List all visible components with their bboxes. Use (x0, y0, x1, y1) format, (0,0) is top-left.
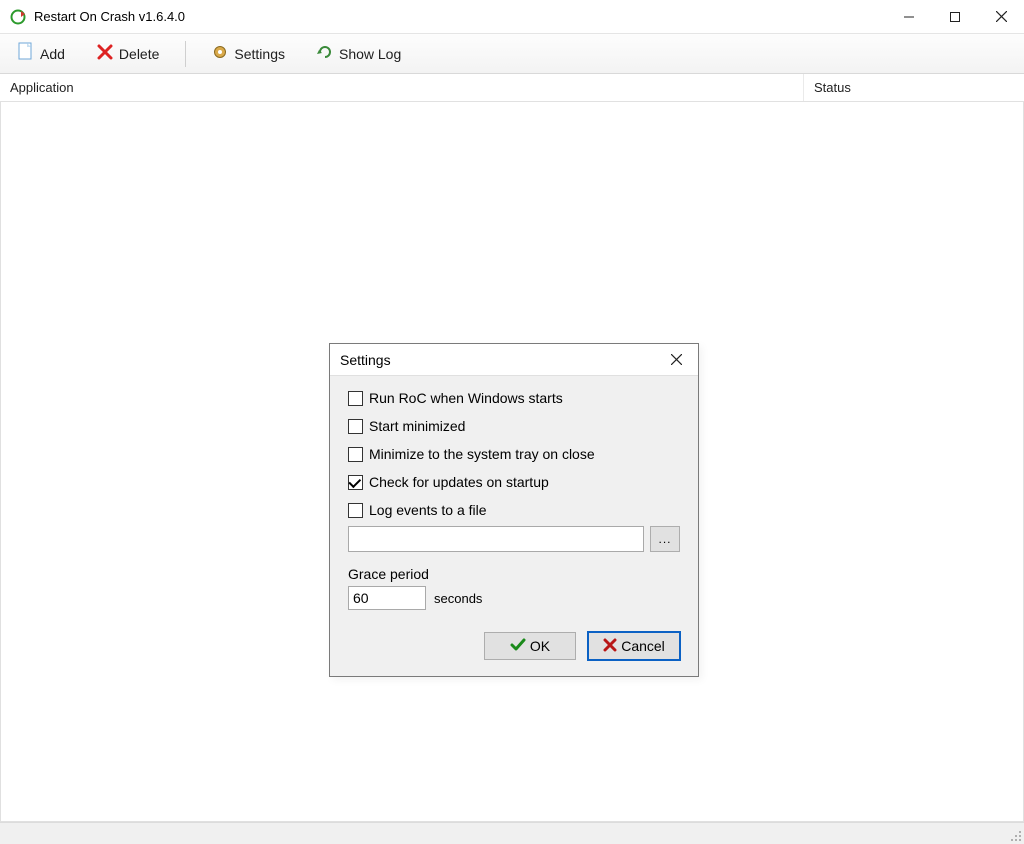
label-start-minimized: Start minimized (369, 418, 465, 434)
gear-icon (212, 44, 228, 63)
checkbox-run-on-start[interactable] (348, 391, 363, 406)
grace-label: Grace period (348, 566, 680, 582)
checkbox-minimize-tray[interactable] (348, 447, 363, 462)
cancel-icon (603, 638, 617, 655)
option-row-run-on-start: Run RoC when Windows starts (348, 390, 680, 406)
browse-button[interactable]: ... (650, 526, 680, 552)
delete-label: Delete (119, 46, 159, 62)
log-path-input[interactable] (348, 526, 644, 552)
window-title: Restart On Crash v1.6.4.0 (34, 9, 185, 24)
dialog-titlebar: Settings (330, 344, 698, 376)
resize-grip-icon[interactable] (1008, 828, 1022, 842)
column-header-status[interactable]: Status (804, 74, 1024, 101)
minimize-button[interactable] (886, 0, 932, 34)
label-log-file: Log events to a file (369, 502, 487, 518)
option-row-log-file: Log events to a file (348, 502, 680, 518)
toolbar-separator (185, 41, 186, 67)
checkbox-log-file[interactable] (348, 503, 363, 518)
maximize-button[interactable] (932, 0, 978, 34)
refresh-icon (317, 44, 333, 63)
settings-dialog: Settings Run RoC when Windows starts Sta… (329, 343, 699, 677)
add-button[interactable]: Add (12, 38, 71, 69)
show-log-button[interactable]: Show Log (311, 40, 407, 67)
settings-button[interactable]: Settings (206, 40, 291, 67)
settings-label: Settings (234, 46, 285, 62)
ok-button[interactable]: OK (484, 632, 576, 660)
option-row-start-minimized: Start minimized (348, 418, 680, 434)
log-path-row: ... (348, 526, 680, 552)
show-log-label: Show Log (339, 46, 401, 62)
delete-button[interactable]: Delete (91, 40, 165, 67)
label-minimize-tray: Minimize to the system tray on close (369, 446, 595, 462)
toolbar: Add Delete Settings Show Log (0, 34, 1024, 74)
label-run-on-start: Run RoC when Windows starts (369, 390, 563, 406)
checkbox-check-updates[interactable] (348, 475, 363, 490)
label-check-updates: Check for updates on startup (369, 474, 549, 490)
app-icon (10, 9, 26, 25)
grace-unit: seconds (434, 591, 482, 606)
close-button[interactable] (978, 0, 1024, 34)
dialog-body: Run RoC when Windows starts Start minimi… (330, 376, 698, 676)
cancel-label: Cancel (621, 638, 665, 654)
grace-row: seconds (348, 586, 680, 610)
titlebar: Restart On Crash v1.6.4.0 (0, 0, 1024, 34)
add-icon (18, 42, 34, 65)
list-header: Application Status (0, 74, 1024, 102)
column-header-application[interactable]: Application (0, 74, 804, 101)
dialog-title: Settings (340, 352, 391, 368)
add-label: Add (40, 46, 65, 62)
ok-label: OK (530, 638, 550, 654)
delete-icon (97, 44, 113, 63)
statusbar (0, 822, 1024, 844)
option-row-minimize-tray: Minimize to the system tray on close (348, 446, 680, 462)
check-icon (510, 638, 526, 655)
dialog-close-button[interactable] (662, 346, 690, 374)
option-row-check-updates: Check for updates on startup (348, 474, 680, 490)
cancel-button[interactable]: Cancel (588, 632, 680, 660)
grace-input[interactable] (348, 586, 426, 610)
checkbox-start-minimized[interactable] (348, 419, 363, 434)
dialog-button-row: OK Cancel (348, 632, 680, 660)
application-list[interactable]: Settings Run RoC when Windows starts Sta… (0, 102, 1024, 822)
